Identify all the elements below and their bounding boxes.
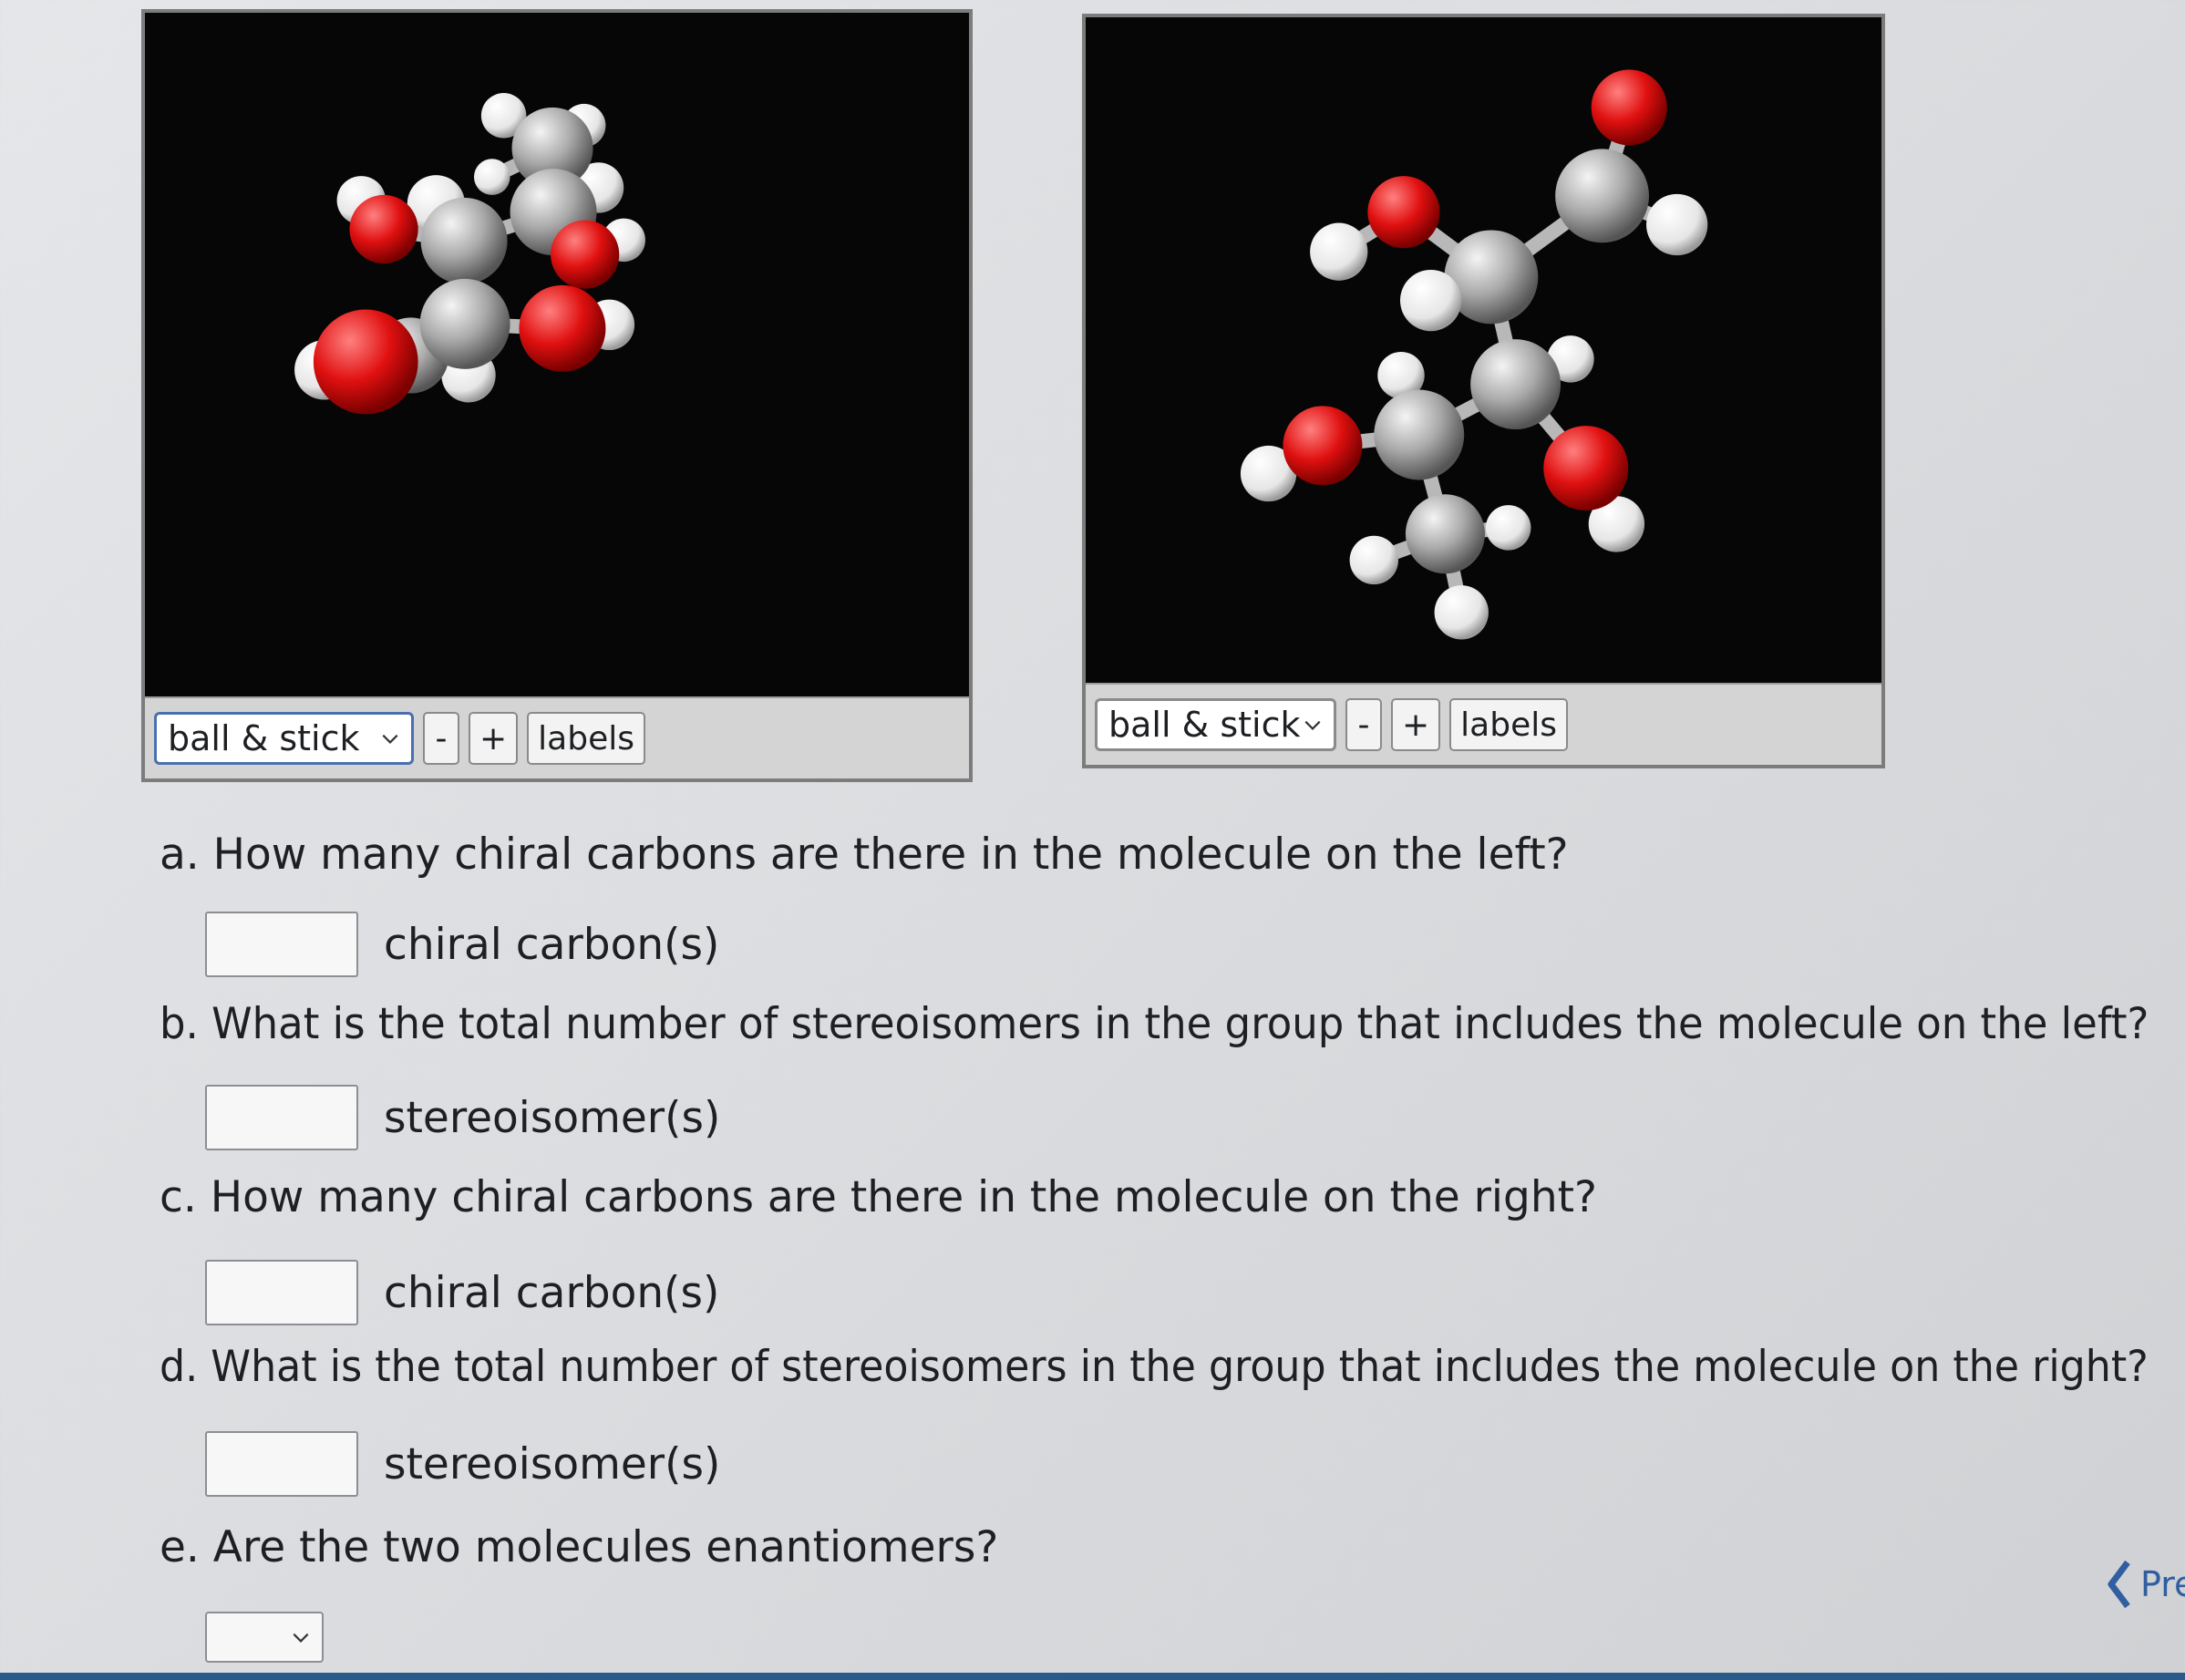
carbon-atom [1374, 389, 1465, 480]
question-d: d. What is the total number of stereoiso… [160, 1342, 2149, 1392]
hydrogen-atom [1310, 222, 1368, 281]
molecule-viewer-left[interactable]: ball & stick - + labels [141, 9, 973, 782]
oxygen-atom [519, 284, 606, 372]
display-mode-value: ball & stick [1108, 705, 1301, 745]
carbon-atom [419, 278, 510, 369]
question-b: b. What is the total number of stereoiso… [160, 999, 2149, 1049]
display-mode-value: ball & stick [168, 718, 360, 758]
answer-input-c[interactable] [205, 1260, 358, 1325]
zoom-in-button[interactable]: + [1391, 698, 1441, 751]
chevron-left-icon [2108, 1560, 2130, 1609]
previous-label: Pre [2140, 1564, 2185, 1604]
carbon-atom [1470, 339, 1561, 430]
answer-unit-d: stereoisomer(s) [384, 1438, 721, 1489]
molecule-right-model[interactable] [1086, 17, 1881, 683]
molecule-viewer-right[interactable]: ball & stick - + labels [1082, 14, 1885, 768]
zoom-out-button[interactable]: - [423, 712, 459, 765]
labels-button[interactable]: labels [1449, 698, 1568, 751]
labels-button[interactable]: labels [527, 712, 645, 765]
answer-input-a[interactable] [205, 912, 358, 977]
molecule-left-model[interactable] [145, 13, 969, 696]
carbon-atom [1555, 149, 1650, 243]
answer-row-d: stereoisomer(s) [205, 1431, 720, 1497]
oxygen-atom [551, 220, 620, 289]
chevron-down-icon [1304, 720, 1321, 730]
carbon-atom [1405, 494, 1485, 574]
answer-unit-c: chiral carbon(s) [384, 1267, 720, 1318]
viewer-controls-right: ball & stick - + labels [1086, 683, 1881, 765]
oxygen-atom [1591, 69, 1667, 146]
oxygen-atom [349, 194, 418, 264]
question-c: c. How many chiral carbons are there in … [160, 1172, 1597, 1222]
oxygen-atom [1543, 426, 1629, 511]
question-a: a. How many chiral carbons are there in … [160, 830, 1569, 880]
answer-row-a: chiral carbon(s) [205, 912, 719, 977]
hydrogen-atom [1485, 505, 1531, 551]
hydrogen-atom [1349, 535, 1399, 585]
carbon-atom [420, 197, 508, 284]
answer-row-b: stereoisomer(s) [205, 1085, 720, 1150]
question-e: e. Are the two molecules enantiomers? [160, 1522, 999, 1572]
viewer-controls-left: ball & stick - + labels [145, 696, 969, 778]
answer-unit-b: stereoisomer(s) [384, 1092, 721, 1143]
previous-link[interactable]: Pre [2106, 1559, 2185, 1610]
display-mode-select[interactable]: ball & stick [1095, 698, 1336, 751]
hydrogen-atom [473, 159, 510, 195]
oxygen-atom [1367, 176, 1440, 249]
oxygen-atom [313, 309, 418, 415]
answer-row-c: chiral carbon(s) [205, 1260, 719, 1325]
zoom-in-button[interactable]: + [469, 712, 519, 765]
zoom-out-button[interactable]: - [1345, 698, 1382, 751]
hydrogen-atom [1400, 269, 1462, 332]
chevron-down-icon [382, 734, 398, 744]
oxygen-atom [1283, 406, 1363, 486]
bottom-edge [0, 1673, 2185, 1680]
answer-select-e[interactable] [205, 1612, 324, 1663]
answer-input-b[interactable] [205, 1085, 358, 1150]
answer-input-d[interactable] [205, 1431, 358, 1497]
display-mode-select[interactable]: ball & stick [154, 712, 414, 765]
hydrogen-atom [1434, 585, 1489, 640]
chevron-down-icon [293, 1633, 309, 1643]
answer-unit-a: chiral carbon(s) [384, 919, 720, 970]
hydrogen-atom [1646, 193, 1708, 256]
